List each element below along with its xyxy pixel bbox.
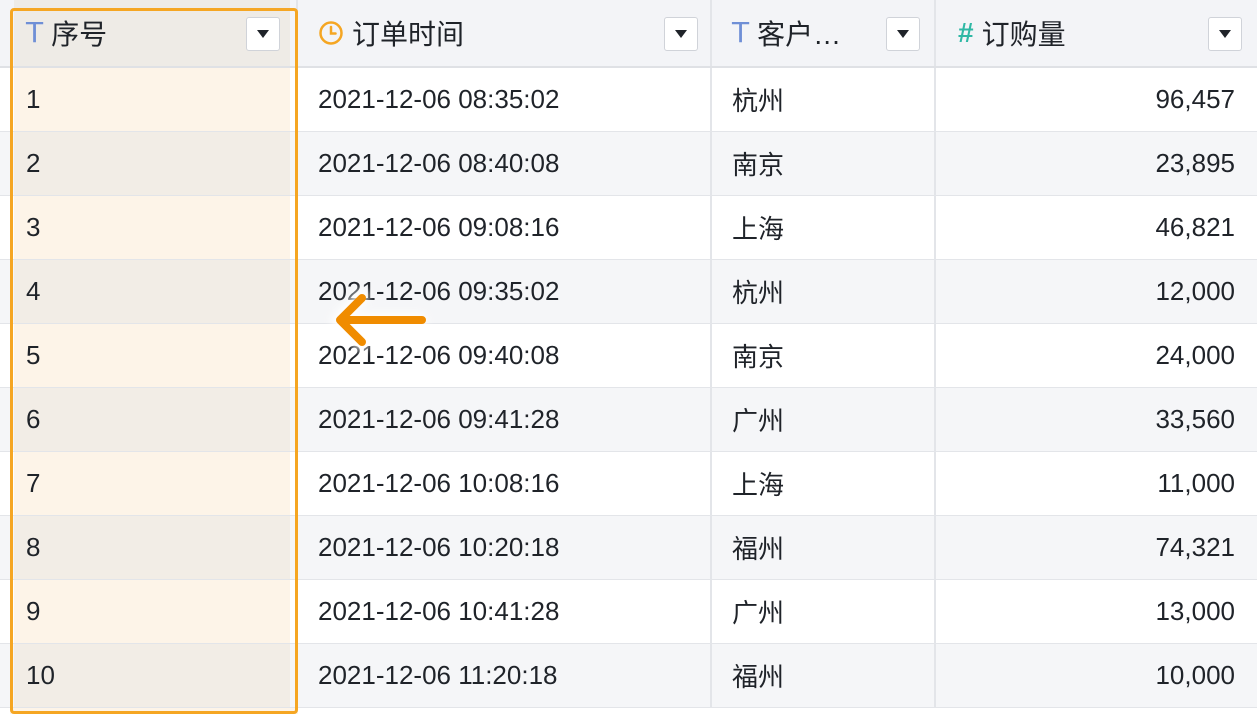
- cell-order-time[interactable]: 2021-12-06 11:20:18: [296, 644, 710, 707]
- cell-quantity[interactable]: 10,000: [934, 644, 1257, 707]
- triangle-down-icon: [897, 30, 909, 38]
- data-table: T 序号 订单时间 T 客户… # 订购量 1 2021-12-06 08:35…: [0, 0, 1257, 715]
- column-header-label: 订单时间: [352, 19, 465, 50]
- cell-quantity[interactable]: 13,000: [934, 580, 1257, 643]
- column-header-quantity[interactable]: # 订购量: [934, 0, 1257, 66]
- cell-quantity[interactable]: 96,457: [934, 68, 1257, 131]
- table-row[interactable]: 10 2021-12-06 11:20:18 福州 10,000: [0, 644, 1257, 708]
- table-row[interactable]: 3 2021-12-06 09:08:16 上海 46,821: [0, 196, 1257, 260]
- text-type-icon: T: [26, 16, 44, 49]
- clock-icon: [319, 21, 343, 45]
- number-type-icon: #: [958, 17, 974, 48]
- cell-id[interactable]: 9: [14, 580, 290, 643]
- table-header-row: T 序号 订单时间 T 客户… # 订购量: [0, 0, 1257, 68]
- cell-id[interactable]: 2: [14, 132, 290, 195]
- cell-order-time[interactable]: 2021-12-06 10:08:16: [296, 452, 710, 515]
- cell-id[interactable]: 10: [14, 644, 290, 707]
- arrow-left-icon: [331, 289, 427, 351]
- triangle-down-icon: [257, 30, 269, 38]
- column-header-customer[interactable]: T 客户…: [710, 0, 934, 66]
- column-header-order-time[interactable]: 订单时间: [296, 0, 710, 66]
- cell-customer[interactable]: 杭州: [710, 260, 934, 323]
- column-menu-button[interactable]: [886, 17, 920, 51]
- cell-customer[interactable]: 广州: [710, 580, 934, 643]
- cell-quantity[interactable]: 46,821: [934, 196, 1257, 259]
- table-row[interactable]: 8 2021-12-06 10:20:18 福州 74,321: [0, 516, 1257, 580]
- cell-id[interactable]: 4: [14, 260, 290, 323]
- cell-id[interactable]: 7: [14, 452, 290, 515]
- cell-order-time[interactable]: 2021-12-06 09:08:16: [296, 196, 710, 259]
- cell-order-time[interactable]: 2021-12-06 08:35:02: [296, 68, 710, 131]
- table-row[interactable]: 4 2021-12-06 09:35:02 杭州 12,000: [0, 260, 1257, 324]
- table-row[interactable]: 5 2021-12-06 09:40:08 南京 24,000: [0, 324, 1257, 388]
- table-row[interactable]: 2 2021-12-06 08:40:08 南京 23,895: [0, 132, 1257, 196]
- cell-quantity[interactable]: 24,000: [934, 324, 1257, 387]
- cell-order-time[interactable]: 2021-12-06 10:20:18: [296, 516, 710, 579]
- cell-customer[interactable]: 杭州: [710, 68, 934, 131]
- table-row[interactable]: 6 2021-12-06 09:41:28 广州 33,560: [0, 388, 1257, 452]
- column-header-id[interactable]: T 序号: [14, 0, 290, 66]
- cell-customer[interactable]: 上海: [710, 196, 934, 259]
- cell-id[interactable]: 6: [14, 388, 290, 451]
- cell-customer[interactable]: 南京: [710, 132, 934, 195]
- column-header-label: 客户…: [757, 19, 842, 50]
- cell-customer[interactable]: 福州: [710, 644, 934, 707]
- table-row[interactable]: 7 2021-12-06 10:08:16 上海 11,000: [0, 452, 1257, 516]
- cell-customer[interactable]: 上海: [710, 452, 934, 515]
- column-header-label: 序号: [51, 19, 108, 50]
- cell-customer[interactable]: 福州: [710, 516, 934, 579]
- cell-id[interactable]: 1: [14, 68, 290, 131]
- cell-quantity[interactable]: 23,895: [934, 132, 1257, 195]
- cell-customer[interactable]: 广州: [710, 388, 934, 451]
- column-menu-button[interactable]: [664, 17, 698, 51]
- cell-order-time[interactable]: 2021-12-06 08:40:08: [296, 132, 710, 195]
- triangle-down-icon: [675, 30, 687, 38]
- cell-id[interactable]: 3: [14, 196, 290, 259]
- text-type-icon: T: [732, 16, 750, 49]
- cell-quantity[interactable]: 74,321: [934, 516, 1257, 579]
- cell-quantity[interactable]: 11,000: [934, 452, 1257, 515]
- column-header-label: 订购量: [981, 19, 1066, 50]
- column-menu-button[interactable]: [246, 17, 280, 51]
- column-menu-button[interactable]: [1208, 17, 1242, 51]
- cell-customer[interactable]: 南京: [710, 324, 934, 387]
- cell-order-time[interactable]: 2021-12-06 09:41:28: [296, 388, 710, 451]
- triangle-down-icon: [1219, 30, 1231, 38]
- cell-id[interactable]: 8: [14, 516, 290, 579]
- cell-quantity[interactable]: 12,000: [934, 260, 1257, 323]
- table-row[interactable]: 9 2021-12-06 10:41:28 广州 13,000: [0, 580, 1257, 644]
- cell-quantity[interactable]: 33,560: [934, 388, 1257, 451]
- cell-id[interactable]: 5: [14, 324, 290, 387]
- cell-order-time[interactable]: 2021-12-06 10:41:28: [296, 580, 710, 643]
- table-row[interactable]: 1 2021-12-06 08:35:02 杭州 96,457: [0, 68, 1257, 132]
